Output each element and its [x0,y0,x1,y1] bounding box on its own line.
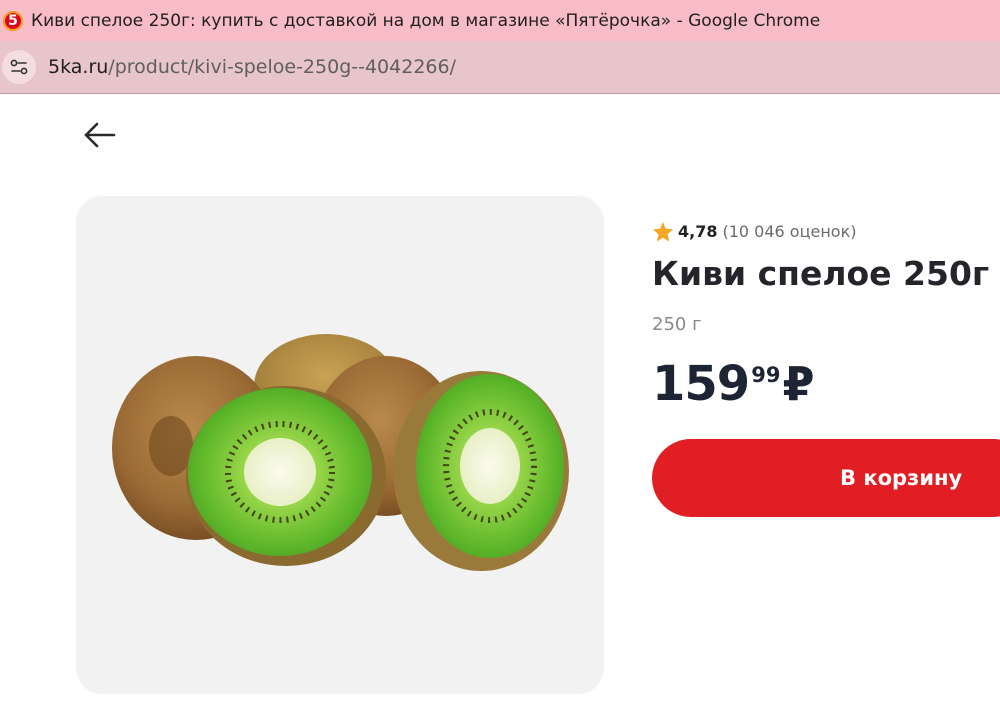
currency-symbol: ₽ [782,357,815,411]
product-title: Киви спелое 250г [652,254,990,293]
product-page: 4,78 (10 046 оценок) Киви спелое 250г 25… [0,94,1000,701]
window-title: Киви спелое 250г: купить с доставкой на … [31,10,821,31]
product-image-card [76,196,604,694]
back-button[interactable] [82,120,118,150]
kiwi-product-image [112,334,569,571]
rating-value: 4,78 [678,222,718,241]
product-weight: 250 г [652,314,702,335]
add-to-cart-button[interactable]: В корзину [652,439,1000,517]
url-path: /product/kivi-speloe-250g--4042266/ [108,56,456,78]
product-price: 159 99 ₽ [652,356,814,412]
star-icon [652,221,674,242]
product-rating[interactable]: 4,78 (10 046 оценок) [652,221,856,242]
add-to-cart-label: В корзину [840,466,963,490]
arrow-left-icon [84,122,116,148]
tune-icon [10,59,28,75]
price-kopecks: 99 [751,363,781,387]
pyaterochka-favicon: 5 [3,10,23,31]
browser-title-bar: 5 Киви спелое 250г: купить с доставкой н… [0,0,1000,41]
address-bar[interactable]: 5ka.ru/product/kivi-speloe-250g--4042266… [0,41,1000,94]
url-domain: 5ka.ru [48,56,109,78]
site-info-button[interactable] [2,50,36,84]
price-rubles: 159 [652,356,750,412]
rating-count: (10 046 оценок) [722,222,857,241]
url-text[interactable]: 5ka.ru/product/kivi-speloe-250g--4042266… [48,56,456,78]
